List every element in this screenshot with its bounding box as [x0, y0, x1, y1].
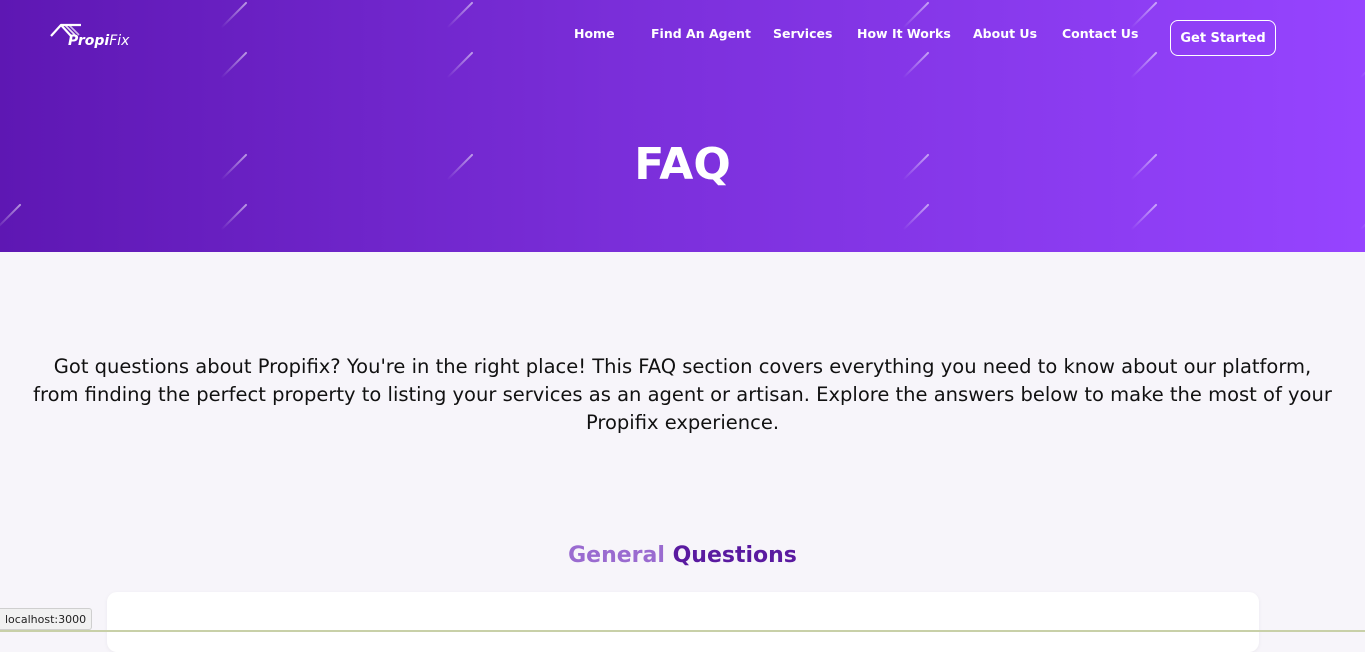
decorative-streak	[220, 51, 248, 79]
decorative-streak	[220, 203, 248, 231]
decorative-streak	[0, 203, 22, 231]
decorative-streak	[446, 51, 474, 79]
section-title: General Questions	[0, 541, 1365, 571]
decorative-streak	[902, 203, 930, 231]
nav-services[interactable]: Services	[773, 26, 832, 41]
decorative-streak	[446, 1, 474, 29]
decorative-streak	[1359, 51, 1365, 79]
logo-text: PropiFix	[68, 33, 129, 49]
section-title-part1: General	[568, 543, 665, 568]
propifix-logo[interactable]: PropiFix	[50, 22, 129, 49]
logo-text-fix: Fix	[109, 33, 130, 49]
page-title: FAQ	[634, 139, 731, 190]
section-title-part2: Questions	[672, 543, 797, 568]
decorative-streak	[902, 51, 930, 79]
nav-contact-us[interactable]: Contact Us	[1062, 26, 1138, 41]
status-url: localhost:3000	[5, 612, 87, 626]
decorative-streak	[1130, 203, 1158, 231]
faq-intro-text: Got questions about Propifix? You're in …	[33, 355, 1332, 434]
get-started-button[interactable]: Get Started	[1170, 20, 1276, 56]
decorative-streak	[902, 1, 930, 29]
browser-status-bar: localhost:3000	[0, 608, 93, 630]
nav-home[interactable]: Home	[574, 26, 615, 41]
decorative-streak	[1130, 1, 1158, 29]
decorative-streak	[1130, 51, 1158, 79]
hero-banner: PropiFix Home Find An Agent Services How…	[0, 0, 1365, 252]
decorative-streak	[1359, 203, 1365, 231]
nav-how-it-works[interactable]: How It Works	[857, 26, 951, 41]
nav-about-us[interactable]: About Us	[973, 26, 1037, 41]
faq-card	[107, 592, 1259, 652]
decorative-streak	[220, 1, 248, 29]
nav-find-an-agent[interactable]: Find An Agent	[651, 26, 751, 41]
logo-text-propi: Propi	[68, 33, 110, 49]
